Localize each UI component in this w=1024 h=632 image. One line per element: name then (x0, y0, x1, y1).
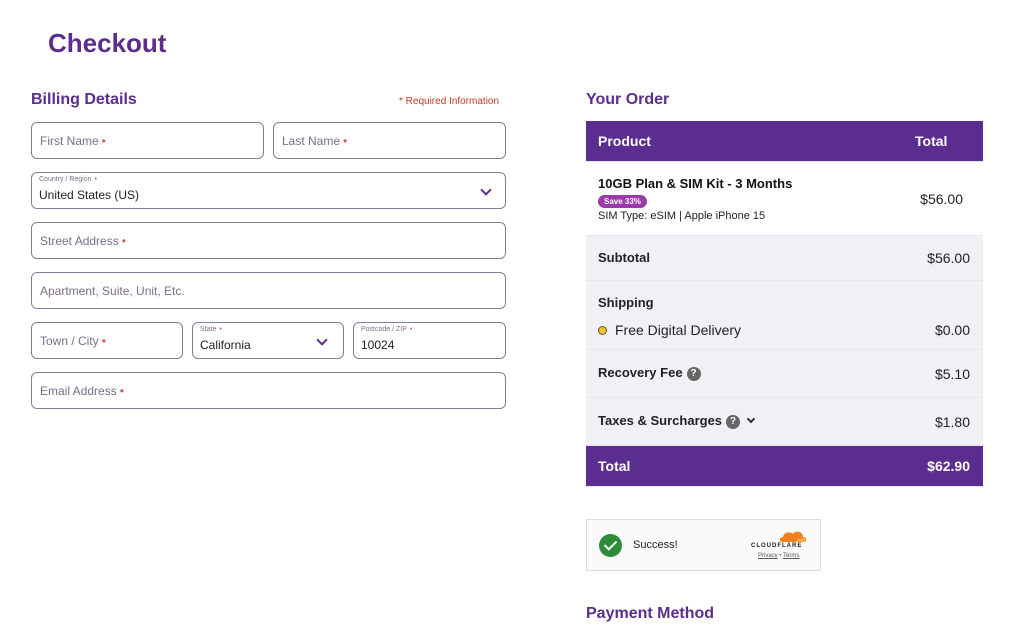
shipping-row: Shipping Free Digital Delivery $0.00 (586, 281, 983, 350)
captcha-status: Success! (633, 539, 678, 551)
cloudflare-brand: CLOUDFLARE (751, 543, 803, 549)
help-icon[interactable]: ? (726, 415, 741, 429)
captcha-widget[interactable]: Success! CLOUDFLARE Privacy • Terms (586, 519, 821, 571)
first-name-field[interactable]: First Name • (31, 122, 264, 159)
order-total-row: Total $62.90 (586, 446, 983, 487)
country-value: United States (US) (39, 188, 140, 202)
required-info-note: * Required Information (399, 96, 500, 107)
last-name-placeholder: Last Name • (282, 133, 348, 148)
email-placeholder: Email Address • (40, 383, 124, 398)
total-value: $62.90 (927, 458, 970, 474)
checkmark-icon (599, 534, 622, 557)
postcode-label: Postcode / ZIP • (361, 326, 413, 333)
postcode-value: 10024 (361, 338, 395, 352)
first-name-placeholder: First Name • (40, 133, 106, 148)
your-order-title: Your Order (586, 91, 670, 108)
total-column-header: Total (915, 133, 948, 149)
product-price: $56.00 (920, 191, 963, 207)
shipping-option[interactable]: Free Digital Delivery (598, 322, 741, 338)
country-select[interactable]: Country / Region • United States (US) (31, 172, 506, 209)
recovery-fee-label: Recovery Fee? (598, 365, 701, 381)
city-placeholder: Town / City • (40, 333, 106, 348)
shipping-value: $0.00 (934, 322, 970, 338)
save-badge: Save 33% (598, 195, 647, 208)
shipping-label: Shipping (598, 295, 654, 310)
postcode-field[interactable]: Postcode / ZIP • 10024 (353, 322, 506, 359)
email-field[interactable]: Email Address • (31, 372, 506, 409)
recovery-fee-value: $5.10 (934, 366, 970, 382)
cloudflare-logo-icon (779, 531, 807, 542)
taxes-value: $1.80 (934, 414, 970, 430)
radio-selected-icon (598, 326, 607, 335)
help-icon[interactable]: ? (686, 367, 701, 381)
apartment-placeholder: Apartment, Suite, Unit, Etc. (40, 283, 185, 298)
sim-type-text: SIM Type: eSIM | Apple iPhone 15 (598, 210, 766, 222)
taxes-label[interactable]: Taxes & Surcharges? (598, 413, 756, 429)
chevron-down-icon (746, 414, 756, 424)
terms-link[interactable]: Terms (783, 553, 799, 559)
state-label: State • (200, 326, 222, 333)
street-address-placeholder: Street Address • (40, 233, 126, 248)
state-select[interactable]: State • California (192, 322, 344, 359)
chevron-down-icon (316, 334, 328, 346)
city-field[interactable]: Town / City • (31, 322, 183, 359)
billing-details-title: Billing Details (31, 91, 137, 108)
order-header-row: Product Total (586, 121, 983, 162)
taxes-row[interactable]: Taxes & Surcharges? $1.80 (586, 398, 983, 446)
subtotal-value: $56.00 (927, 250, 970, 266)
subtotal-row: Subtotal $56.00 (586, 236, 983, 281)
privacy-link[interactable]: Privacy (758, 553, 778, 559)
apartment-field[interactable]: Apartment, Suite, Unit, Etc. (31, 272, 506, 309)
product-row: 10GB Plan & SIM Kit - 3 Months Save 33% … (586, 162, 983, 236)
subtotal-label: Subtotal (598, 250, 650, 265)
page-title: Checkout (48, 28, 167, 58)
street-address-field[interactable]: Street Address • (31, 222, 506, 259)
captcha-links: Privacy • Terms (758, 553, 800, 559)
recovery-fee-row: Recovery Fee? $5.10 (586, 350, 983, 398)
payment-method-title: Payment Method (586, 605, 715, 622)
country-label: Country / Region • (39, 176, 97, 183)
order-summary-table: Product Total 10GB Plan & SIM Kit - 3 Mo… (586, 121, 983, 487)
last-name-field[interactable]: Last Name • (273, 122, 506, 159)
chevron-down-icon (480, 184, 492, 196)
product-name: 10GB Plan & SIM Kit - 3 Months (598, 176, 793, 191)
product-column-header: Product (598, 133, 651, 149)
total-label: Total (598, 458, 631, 474)
state-value: California (200, 338, 251, 352)
